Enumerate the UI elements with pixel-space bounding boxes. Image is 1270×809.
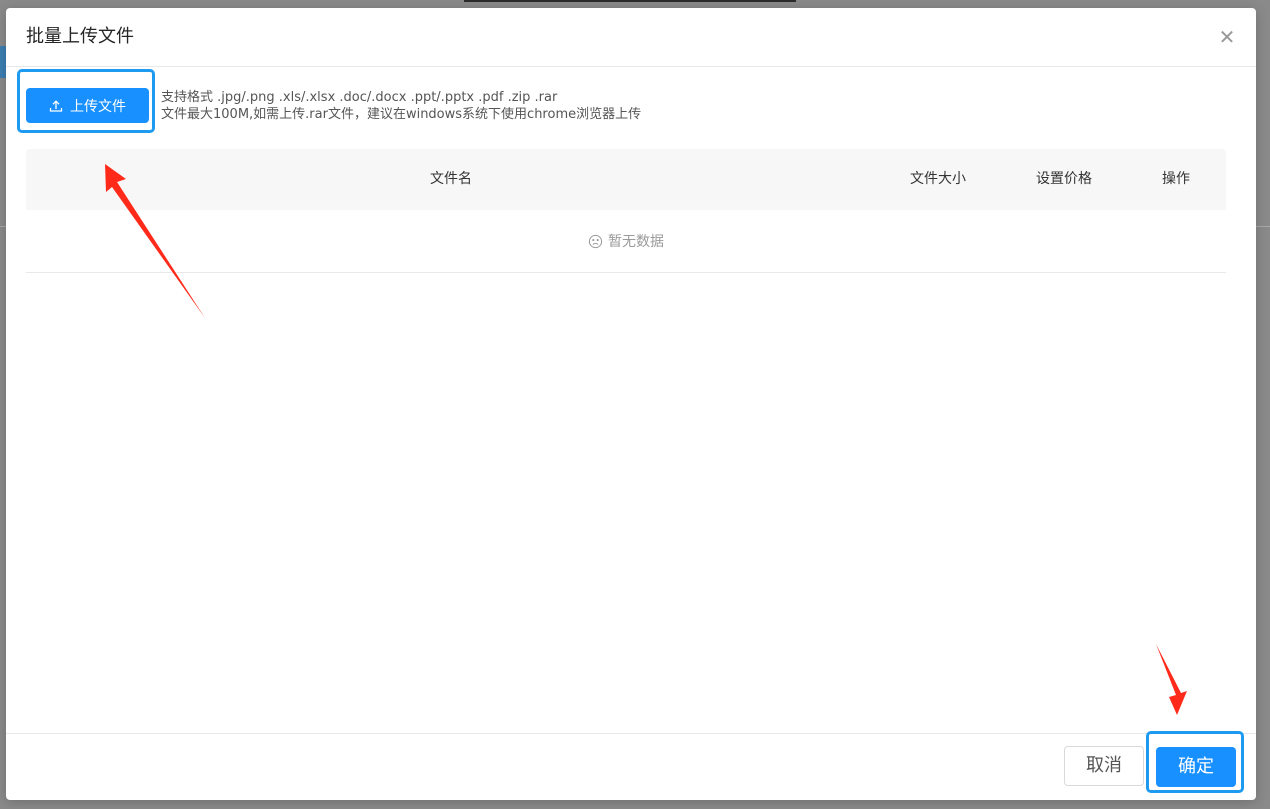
hint-limit: 文件最大100M,如需上传.rar文件，建议在windows系统下使用chrom… (161, 107, 642, 122)
backdrop-line-right (1256, 226, 1270, 227)
confirm-button[interactable]: 确定 (1156, 747, 1236, 787)
column-header-action: 操作 (1162, 171, 1190, 187)
file-table-header: 文件名 文件大小 设置价格 操作 (26, 149, 1226, 210)
batch-upload-dialog: 批量上传文件 ✕ 上传文件 支持格式 .jpg/.png .xls/.xlsx … (6, 8, 1256, 800)
upload-hint: 支持格式 .jpg/.png .xls/.xlsx .doc/.docx .pp… (161, 89, 641, 123)
column-header-filesize: 文件大小 (910, 171, 966, 187)
column-header-filename: 文件名 (430, 171, 472, 187)
backdrop-strip (464, 0, 796, 2)
close-icon[interactable]: ✕ (1214, 24, 1240, 50)
frown-icon (588, 234, 603, 248)
column-header-price: 设置价格 (1036, 171, 1092, 187)
upload-file-button[interactable]: 上传文件 (26, 88, 149, 123)
dialog-title: 批量上传文件 (26, 26, 134, 47)
cancel-button[interactable]: 取消 (1064, 746, 1144, 786)
hint-formats: 支持格式 .jpg/.png .xls/.xlsx .doc/.docx .pp… (161, 90, 558, 105)
empty-text: 暂无数据 (608, 234, 664, 250)
dialog-header: 批量上传文件 ✕ (6, 8, 1256, 67)
table-empty-state: 暂无数据 (26, 210, 1226, 273)
upload-icon (49, 99, 63, 112)
upload-button-label: 上传文件 (70, 98, 126, 115)
